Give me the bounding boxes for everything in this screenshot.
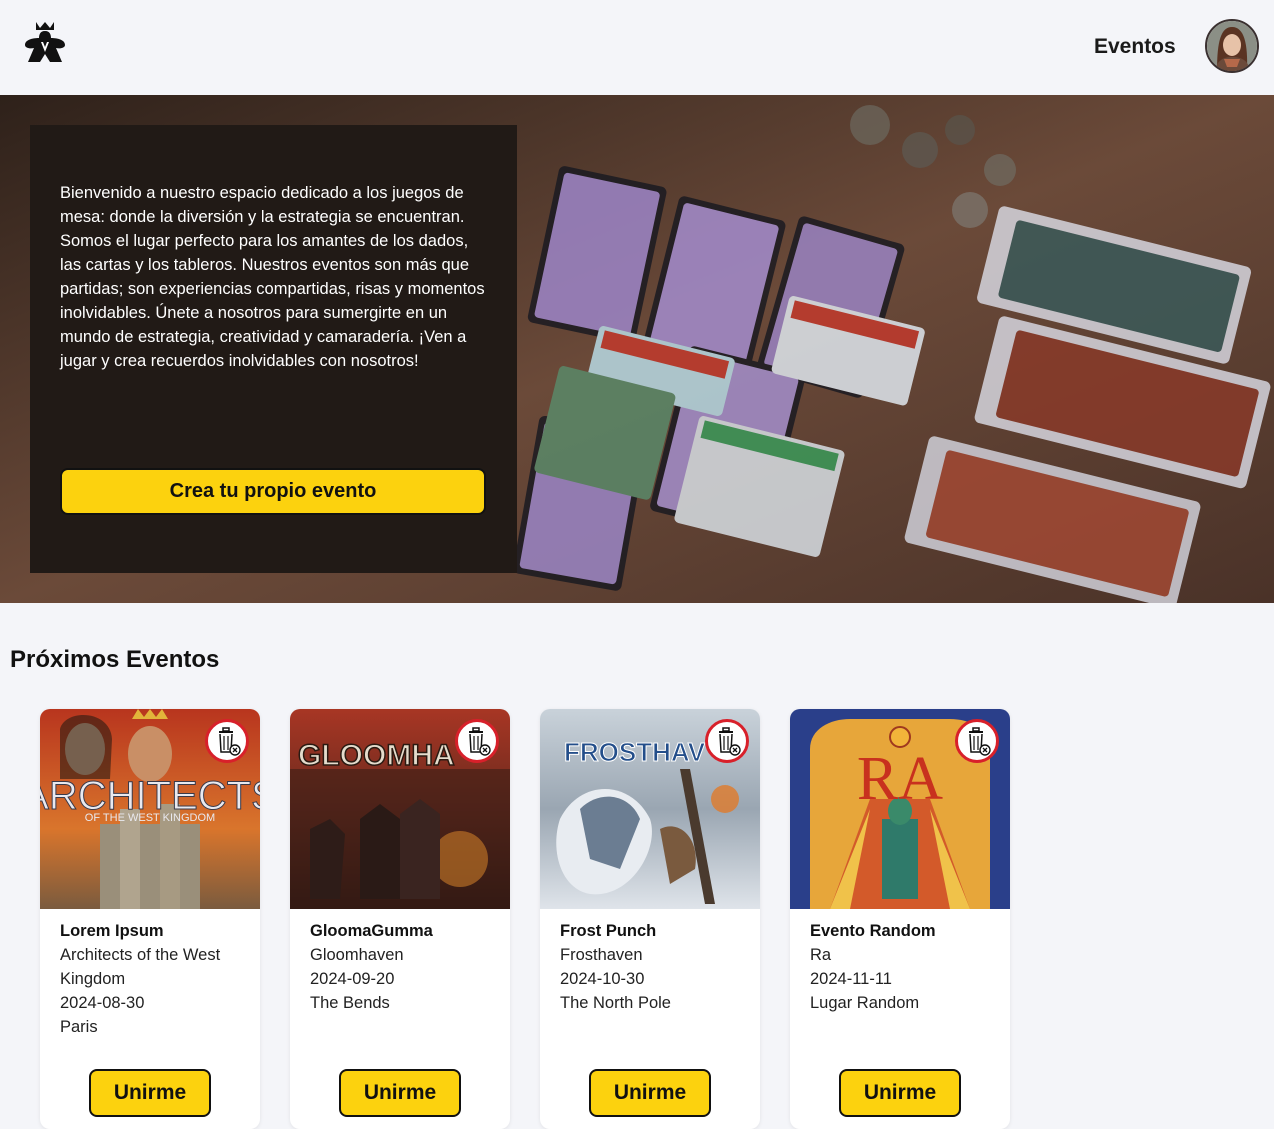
event-place: Paris <box>60 1018 98 1036</box>
event-game: Ra <box>810 946 832 964</box>
delete-event-button[interactable] <box>955 719 999 763</box>
delete-event-button[interactable] <box>705 719 749 763</box>
join-button[interactable]: Unirme <box>589 1069 711 1117</box>
trash-icon <box>469 727 491 756</box>
trash-icon <box>219 727 241 756</box>
welcome-text: Bienvenido a nuestro espacio dedicado a … <box>60 184 485 370</box>
event-date: 2024-11-11 <box>810 970 892 988</box>
top-nav: Eventos <box>0 0 1274 95</box>
event-name: GloomaGumma <box>310 922 433 940</box>
delete-event-button[interactable] <box>205 719 249 763</box>
user-avatar[interactable] <box>1205 19 1259 73</box>
svg-text:GLOOMHA: GLOOMHA <box>298 739 455 772</box>
hero-banner: Bienvenido a nuestro espacio dedicado a … <box>0 95 1274 603</box>
event-card: FROSTHAV Frost Punch Frosthaven 2024-10-… <box>540 709 760 1129</box>
event-name: Frost Punch <box>560 922 657 940</box>
event-place: Lugar Random <box>810 994 920 1012</box>
delete-event-button[interactable] <box>455 719 499 763</box>
event-name: Lorem Ipsum <box>60 922 164 940</box>
event-game: Frosthaven <box>560 946 643 964</box>
join-button[interactable]: Unirme <box>339 1069 461 1117</box>
welcome-panel: Bienvenido a nuestro espacio dedicado a … <box>30 125 517 573</box>
event-name: Evento Random <box>810 922 936 940</box>
event-card: ARCHITECTS OF THE WEST KINGDOM Lorem Ips… <box>40 709 260 1129</box>
join-button[interactable]: Unirme <box>839 1069 961 1117</box>
event-date: 2024-08-30 <box>60 994 145 1012</box>
event-card: GLOOMHA GloomaGumma Gloomhaven 2024-09-2… <box>290 709 510 1129</box>
join-button[interactable]: Unirme <box>89 1069 211 1117</box>
svg-text:RA: RA <box>857 745 943 813</box>
meeple-crown-icon[interactable] <box>22 20 68 64</box>
event-game: Architects of the West Kingdom <box>60 946 221 988</box>
event-date: 2024-09-20 <box>310 970 395 988</box>
create-event-button[interactable]: Crea tu propio evento <box>60 468 486 515</box>
section-title: Próximos Eventos <box>10 646 220 673</box>
svg-text:OF THE WEST KINGDOM: OF THE WEST KINGDOM <box>85 812 215 824</box>
trash-icon <box>969 727 991 756</box>
event-card: RA Evento Random Ra 2024-11-11 Lugar Ran… <box>790 709 1010 1129</box>
event-place: The North Pole <box>560 994 671 1012</box>
event-date: 2024-10-30 <box>560 970 645 988</box>
svg-text:FROSTHAV: FROSTHAV <box>564 737 706 767</box>
event-place: The Bends <box>310 994 390 1012</box>
event-game: Gloomhaven <box>310 946 404 964</box>
nav-link-events[interactable]: Eventos <box>1094 35 1176 59</box>
trash-icon <box>719 727 741 756</box>
